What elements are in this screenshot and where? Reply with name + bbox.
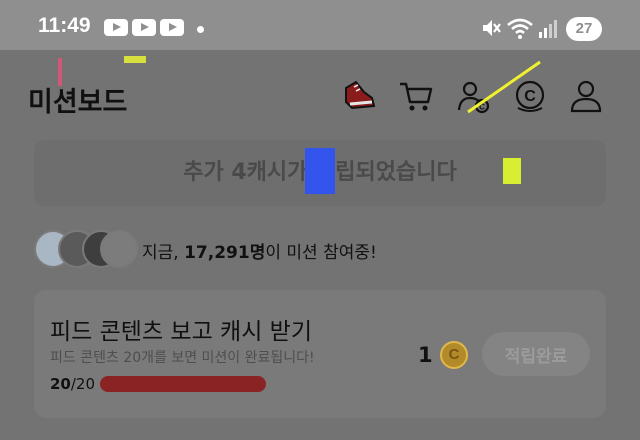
- blue-mark: [305, 148, 335, 194]
- green-mark: [503, 158, 521, 184]
- yellow-mark: [124, 56, 146, 63]
- annotation-marks: [58, 56, 541, 194]
- pink-mark: [58, 58, 62, 86]
- yellow-line-mark: [467, 60, 541, 114]
